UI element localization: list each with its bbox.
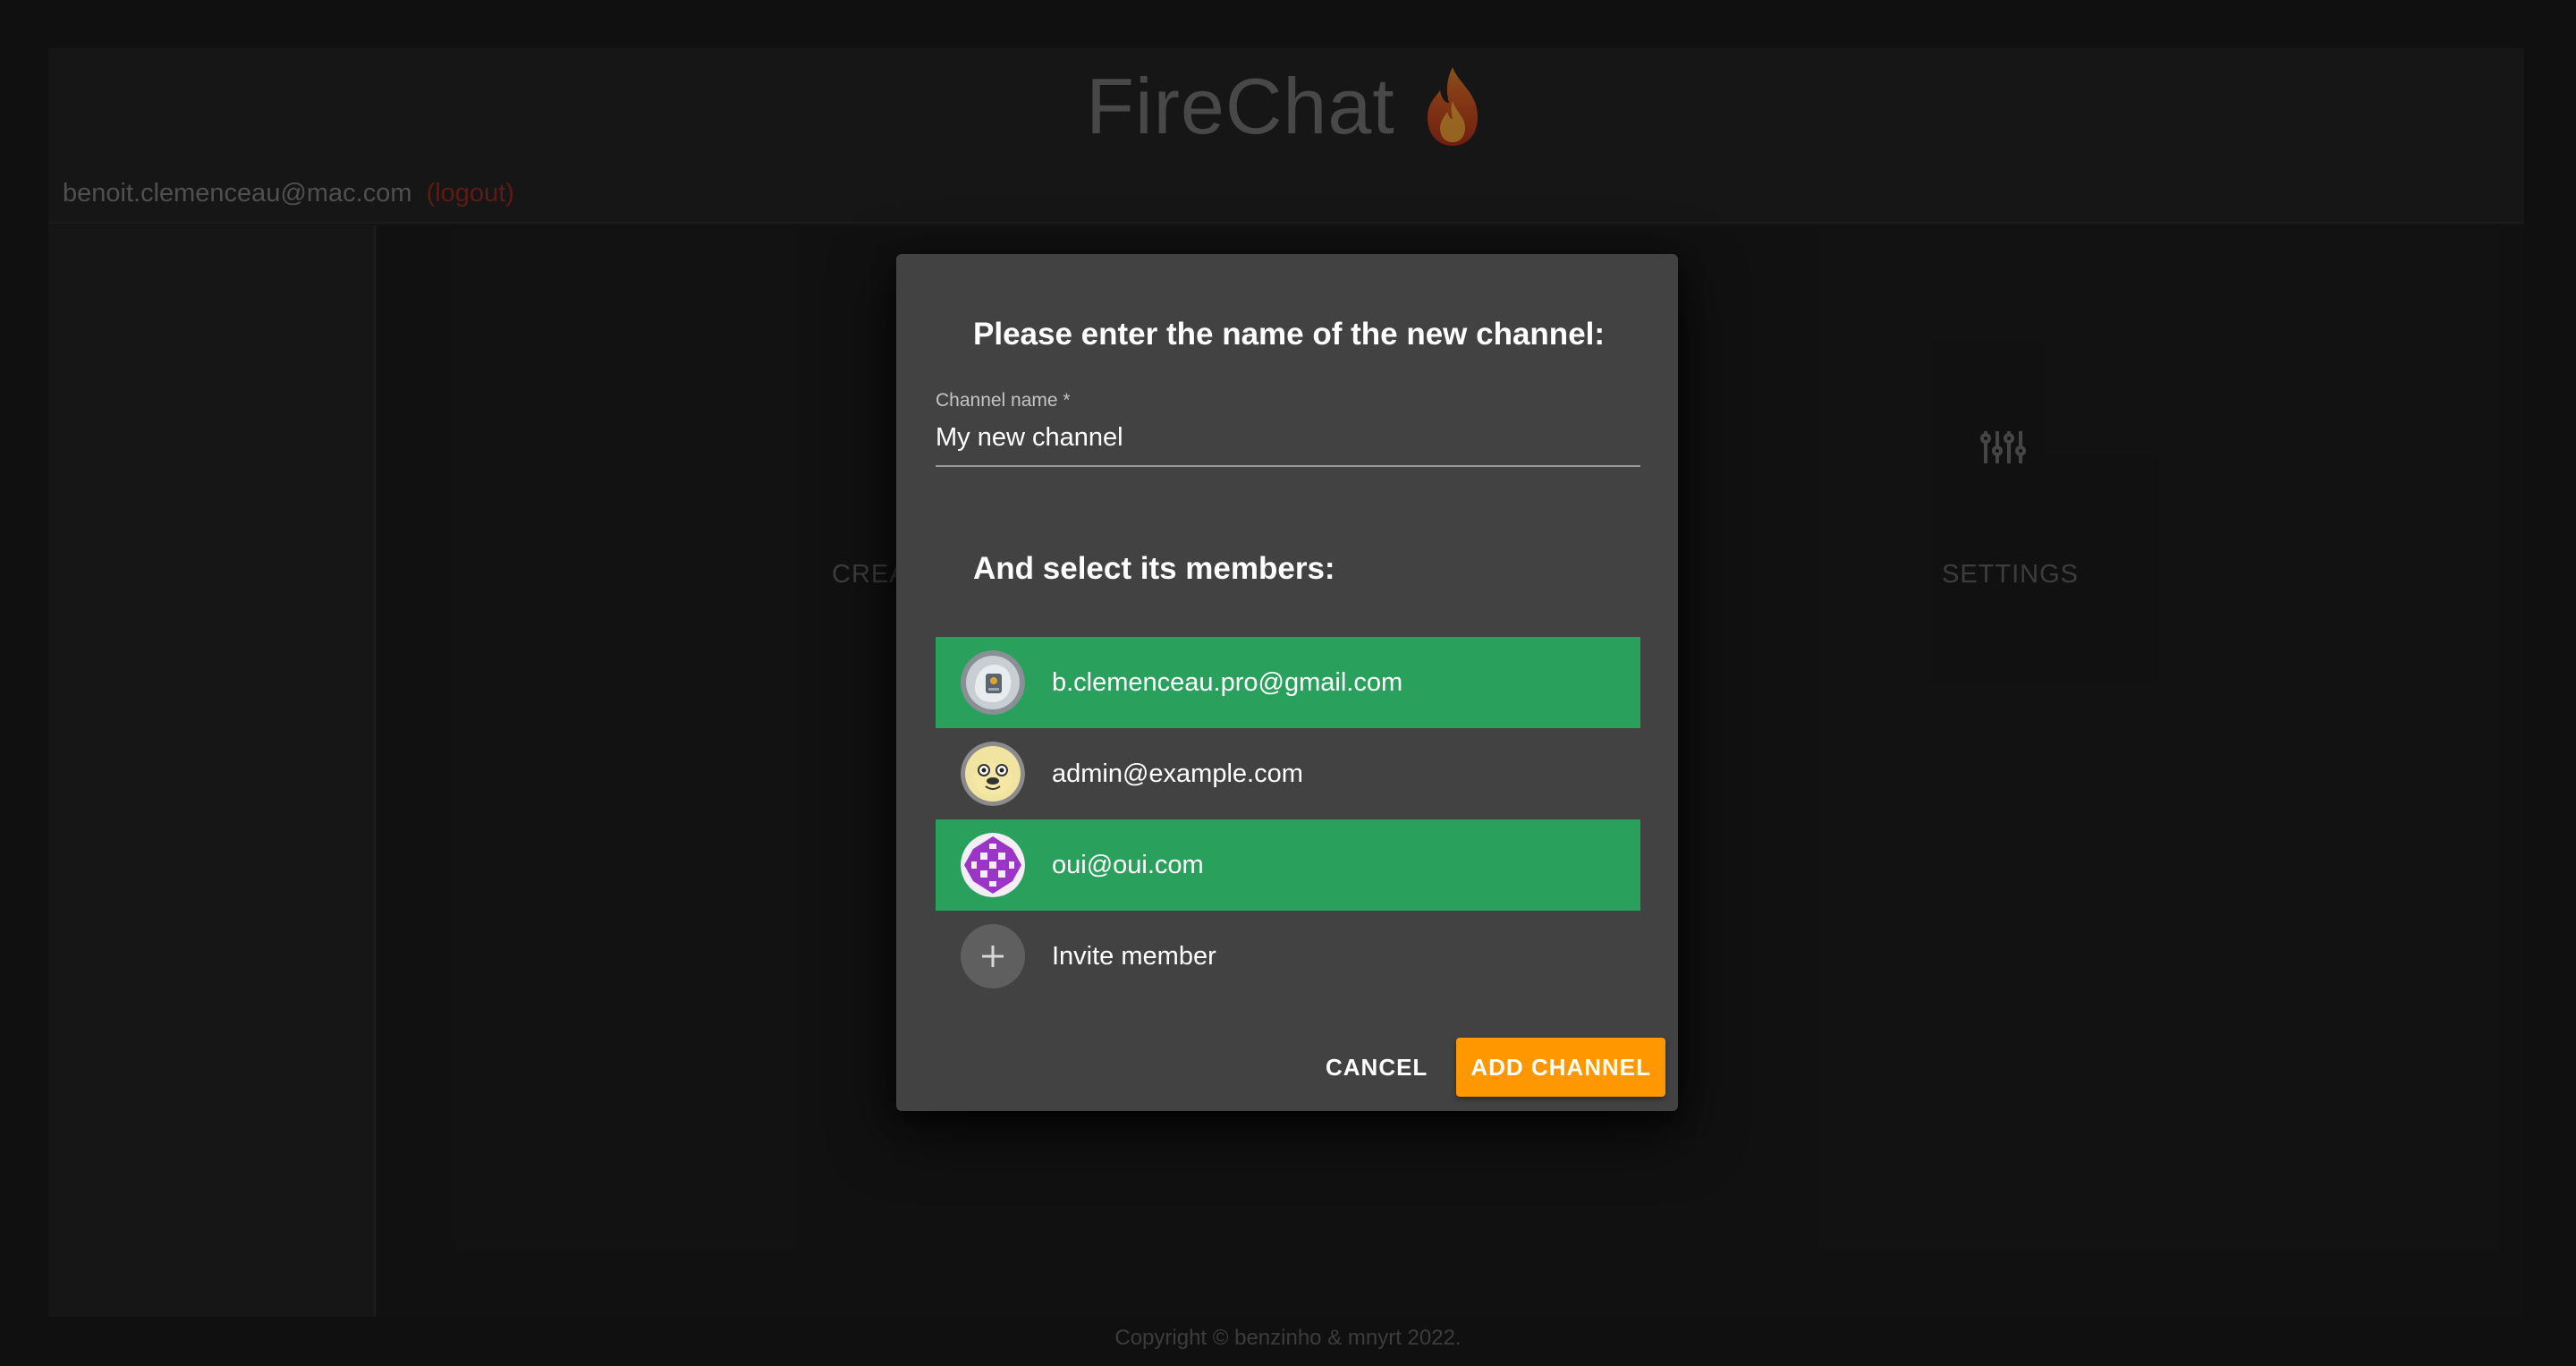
member-email: oui@oui.com — [1052, 850, 1204, 879]
user-avatar-icon — [961, 650, 1025, 715]
avatar — [961, 742, 1025, 806]
member-email: admin@example.com — [1052, 759, 1303, 788]
dialog-title: Please enter the name of the new channel… — [973, 317, 1606, 352]
dialog-actions: CANCEL ADD CHANNEL — [1322, 1038, 1665, 1097]
new-channel-dialog: Please enter the name of the new channel… — [896, 254, 1678, 1111]
channel-name-input[interactable] — [936, 417, 1640, 467]
identicon-avatar-icon — [961, 833, 1025, 897]
avatar — [961, 833, 1025, 897]
add-channel-button[interactable]: ADD CHANNEL — [1456, 1038, 1665, 1097]
plus-icon — [961, 924, 1025, 988]
member-list: b.clemenceau.pro@gmail.com admin@example… — [936, 637, 1640, 1002]
channel-name-label: Channel name * — [936, 390, 1071, 411]
member-email: b.clemenceau.pro@gmail.com — [1052, 667, 1403, 697]
cancel-button[interactable]: CANCEL — [1322, 1038, 1431, 1097]
members-title: And select its members: — [973, 551, 1335, 586]
invite-member-row[interactable]: Invite member — [936, 911, 1640, 1002]
member-row[interactable]: oui@oui.com — [936, 819, 1640, 911]
avatar — [961, 650, 1025, 715]
invite-member-label: Invite member — [1052, 941, 1216, 971]
member-row[interactable]: admin@example.com — [936, 728, 1640, 819]
dog-avatar-icon — [961, 742, 1025, 806]
member-row[interactable]: b.clemenceau.pro@gmail.com — [936, 637, 1640, 728]
